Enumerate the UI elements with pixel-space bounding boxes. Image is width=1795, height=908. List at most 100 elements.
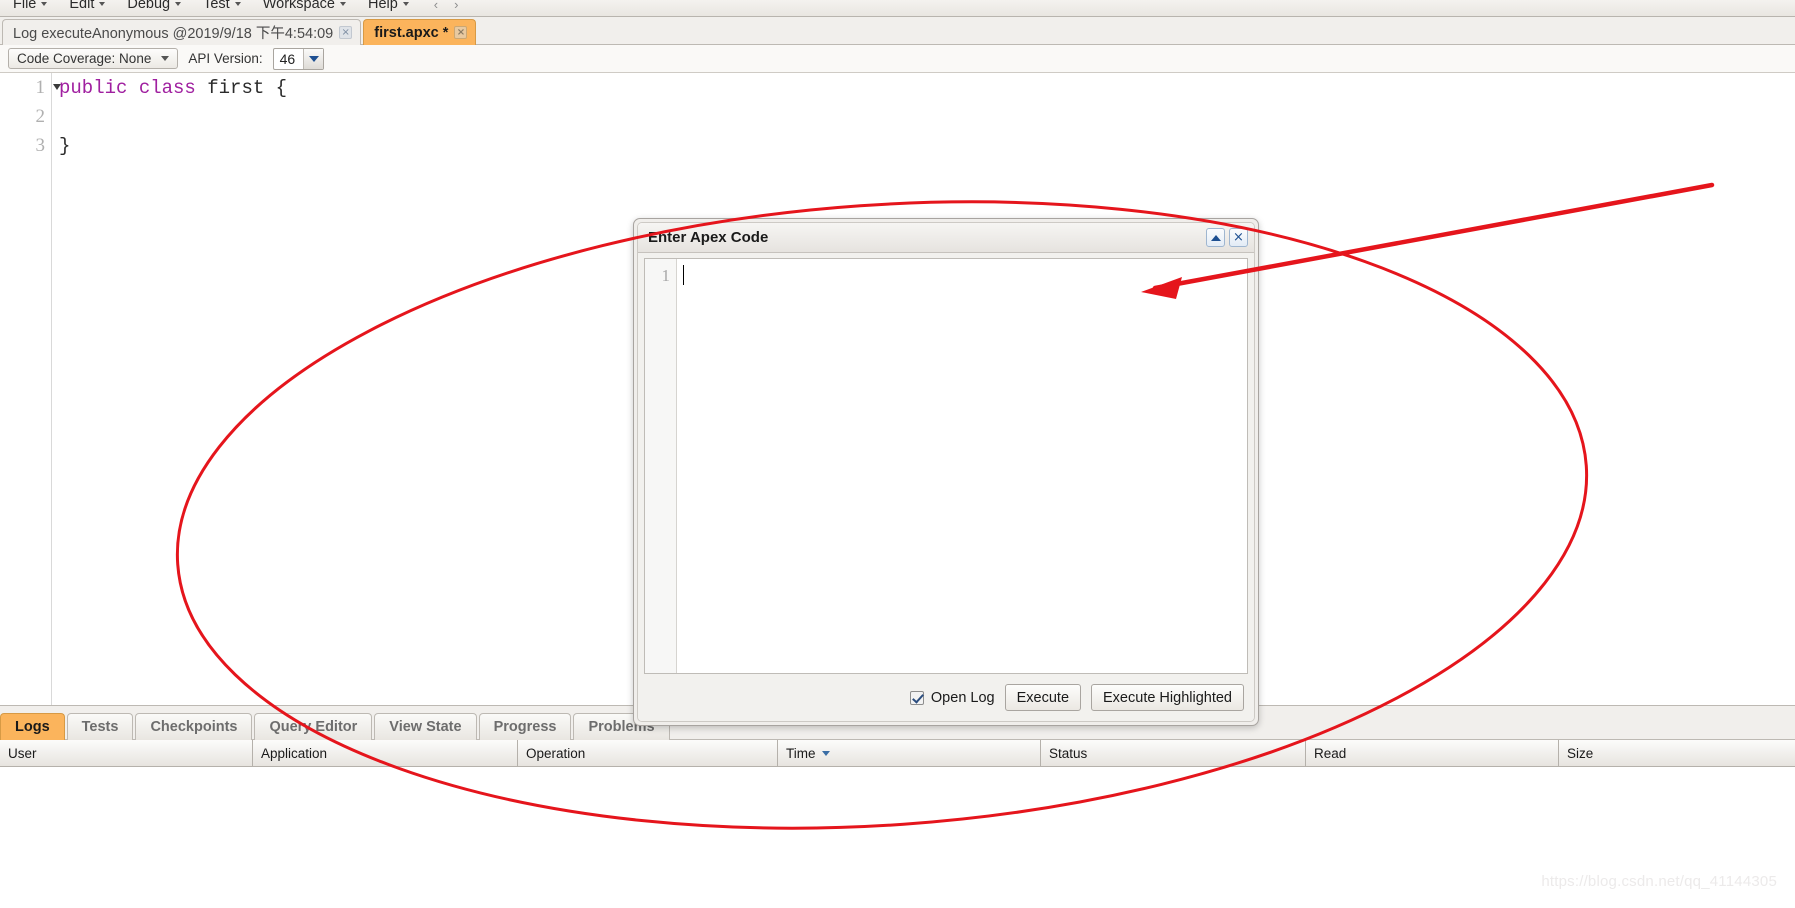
tab-view-state[interactable]: View State — [374, 713, 477, 740]
dialog-footer: Open Log Execute Execute Highlighted — [638, 674, 1254, 721]
line-number: 2 — [0, 102, 51, 131]
tab-scroll-controls: ‹ › — [434, 0, 459, 12]
chevron-down-icon — [339, 2, 346, 6]
tab-logs[interactable]: Logs — [0, 713, 65, 740]
menu-item-label: Edit — [69, 0, 95, 12]
dialog-code-editor[interactable]: 1 — [644, 258, 1248, 674]
tab-label: Log executeAnonymous @2019/9/18 下午4:54:0… — [13, 26, 334, 42]
text-cursor — [683, 265, 684, 285]
menu-item-label: Help — [367, 0, 398, 12]
menu-item-edit[interactable]: Edit — [58, 0, 116, 16]
dialog-line-number-gutter: 1 — [645, 259, 677, 673]
code-text: } — [59, 134, 71, 157]
scroll-right-icon[interactable]: › — [454, 0, 458, 12]
open-log-checkbox[interactable]: Open Log — [909, 689, 995, 706]
column-header-label: Status — [1049, 745, 1088, 761]
close-icon[interactable]: × — [339, 26, 353, 39]
code-line: public class first { — [59, 73, 1795, 102]
menu-item-label: Debug — [127, 0, 171, 12]
menu-item-label: Test — [203, 0, 230, 12]
code-keyword: class — [138, 76, 196, 99]
scroll-left-icon[interactable]: ‹ — [434, 0, 438, 12]
tab-tests[interactable]: Tests — [66, 713, 134, 740]
line-number-text: 1 — [35, 76, 46, 98]
api-version-select[interactable]: 46 — [272, 47, 325, 70]
tab-first-apxc[interactable]: first.apxc * × — [363, 19, 477, 45]
line-number: 1 — [0, 73, 61, 102]
line-number-text: 3 — [35, 134, 46, 156]
execute-button-label: Execute — [1016, 689, 1070, 706]
chevron-down-icon — [402, 2, 409, 6]
api-version-value: 46 — [279, 50, 296, 67]
tab-log-execute-anonymous[interactable]: Log executeAnonymous @2019/9/18 下午4:54:0… — [2, 19, 362, 45]
collapse-triangle-icon[interactable] — [1206, 228, 1225, 247]
checkbox-checked-icon[interactable] — [909, 690, 924, 705]
watermark-text: https://blog.csdn.net/qq_41144305 — [1541, 873, 1777, 890]
menu-item-workspace[interactable]: Workspace — [252, 0, 357, 16]
line-number-gutter: 1 2 3 — [0, 73, 61, 705]
tab-checkpoints[interactable]: Checkpoints — [135, 713, 253, 740]
line-number-text: 2 — [35, 105, 46, 127]
bottom-tab-label: Tests — [81, 719, 119, 735]
column-header-label: User — [8, 745, 37, 761]
menu-item-help[interactable]: Help — [357, 0, 420, 16]
chevron-down-icon — [99, 2, 106, 6]
code-line: } — [59, 131, 1795, 160]
column-header-application[interactable]: Application — [253, 740, 518, 766]
api-version-label: API Version: — [188, 51, 263, 66]
code-keyword: public — [59, 76, 128, 99]
log-table-header: User Application Operation Time Status R… — [0, 740, 1795, 767]
log-table-body[interactable] — [0, 767, 1795, 908]
code-coverage-dropdown[interactable]: Code Coverage: None — [8, 48, 179, 69]
bottom-tab-label: Query Editor — [269, 719, 358, 735]
sort-descending-icon — [821, 750, 830, 756]
execute-highlighted-button[interactable]: Execute Highlighted — [1091, 684, 1244, 711]
editor-tab-strip: Log executeAnonymous @2019/9/18 下午4:54:0… — [0, 17, 1795, 45]
dialog-title: Enter Apex Code — [648, 229, 769, 246]
column-header-size[interactable]: Size — [1559, 740, 1795, 766]
menu-item-debug[interactable]: Debug — [116, 0, 192, 16]
open-log-label: Open Log — [930, 689, 995, 706]
column-header-label: Operation — [526, 745, 586, 761]
close-icon[interactable]: × — [454, 26, 468, 39]
menu-item-file[interactable]: File — [2, 0, 58, 16]
dialog-code-text-area[interactable] — [677, 259, 1247, 673]
column-header-label: Read — [1314, 745, 1347, 761]
apex-developer-console: File Edit Debug Test Workspace Help ‹ › … — [0, 0, 1795, 908]
tab-progress[interactable]: Progress — [478, 713, 572, 740]
editor-toolbar: Code Coverage: None API Version: 46 — [0, 45, 1795, 73]
line-number: 3 — [0, 131, 51, 160]
column-header-operation[interactable]: Operation — [518, 740, 778, 766]
line-number-text: 1 — [661, 266, 671, 285]
tab-label: first.apxc * — [374, 24, 449, 41]
chevron-down-icon — [161, 56, 170, 61]
column-header-label: Size — [1567, 745, 1594, 761]
menu-bar: File Edit Debug Test Workspace Help ‹ › — [0, 0, 1795, 17]
enter-apex-code-dialog[interactable]: Enter Apex Code × 1 Open Log Execute Exe… — [633, 218, 1259, 726]
menu-item-label: Workspace — [262, 0, 335, 12]
chevron-down-icon — [234, 2, 241, 6]
menu-item-test[interactable]: Test — [192, 0, 252, 16]
execute-highlighted-button-label: Execute Highlighted — [1103, 689, 1232, 706]
column-header-read[interactable]: Read — [1306, 740, 1559, 766]
tab-query-editor[interactable]: Query Editor — [254, 713, 373, 740]
chevron-down-icon — [175, 2, 182, 6]
chevron-down-icon — [41, 2, 48, 6]
dialog-title-bar[interactable]: Enter Apex Code × — [638, 223, 1254, 253]
code-coverage-label: Code Coverage: None — [17, 51, 152, 66]
bottom-tab-label: Logs — [15, 719, 50, 735]
bottom-panel: Logs Tests Checkpoints Query Editor View… — [0, 705, 1795, 908]
column-header-user[interactable]: User — [0, 740, 253, 766]
line-number: 1 — [645, 265, 676, 287]
column-header-label: Time — [786, 745, 816, 761]
column-header-label: Application — [261, 745, 328, 761]
bottom-tab-label: Checkpoints — [150, 719, 238, 735]
execute-button[interactable]: Execute — [1004, 684, 1082, 711]
chevron-down-icon[interactable] — [303, 48, 324, 69]
column-header-status[interactable]: Status — [1041, 740, 1306, 766]
column-header-time[interactable]: Time — [778, 740, 1041, 766]
bottom-tab-label: Progress — [493, 719, 557, 735]
close-icon[interactable]: × — [1229, 228, 1248, 247]
bottom-tab-label: View State — [389, 719, 462, 735]
